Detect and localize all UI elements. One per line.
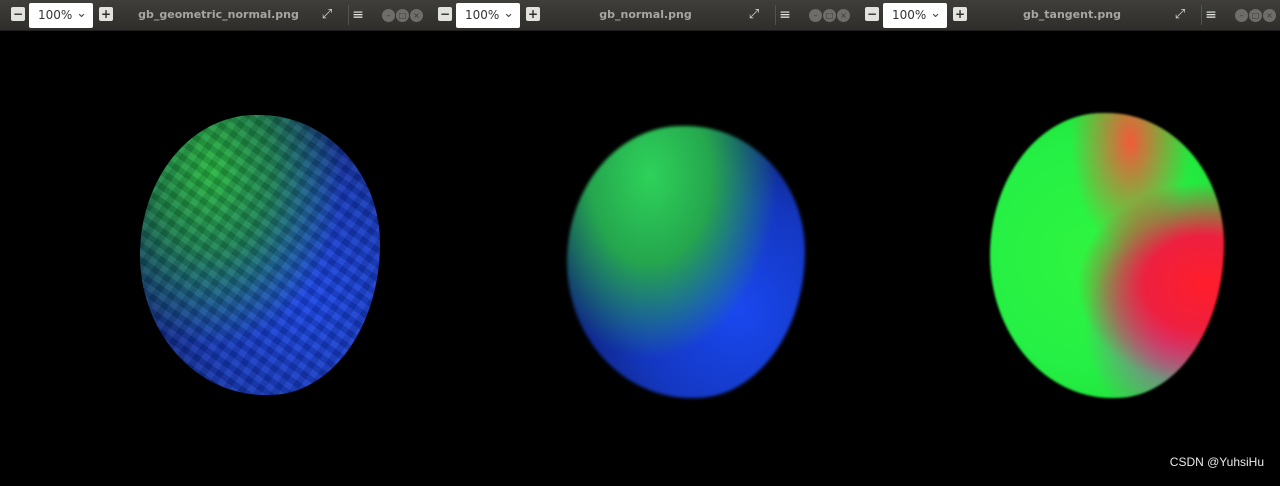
separator <box>1201 5 1202 25</box>
zoom-combobox[interactable]: 100% ⌄ <box>29 3 93 28</box>
geometric-normal-render-image <box>140 115 380 395</box>
desktop: − 100% ⌄ + gb_geometric_normal.png ⤢ ≡ –… <box>0 0 1280 486</box>
close-icon[interactable]: × <box>410 9 423 22</box>
hamburger-menu-icon[interactable]: ≡ <box>1204 7 1218 23</box>
watermark: CSDN @YuhsiHu <box>1169 455 1264 469</box>
chevron-down-icon[interactable]: ⌄ <box>503 6 514 21</box>
separator <box>775 5 776 25</box>
minimize-icon[interactable]: – <box>1235 9 1248 22</box>
hamburger-menu-icon[interactable]: ≡ <box>351 7 365 23</box>
image-viewer-window-tangent: − 100% ⌄ + gb_tangent.png ⤢ ≡ – □ × CSDN… <box>854 0 1280 486</box>
chevron-down-icon[interactable]: ⌄ <box>930 6 941 21</box>
normal-render-image <box>567 126 805 398</box>
maximize-icon[interactable]: □ <box>396 9 409 22</box>
image-canvas[interactable] <box>0 31 427 486</box>
fullscreen-icon[interactable]: ⤢ <box>319 7 335 23</box>
image-viewer-window-geometric-normal: − 100% ⌄ + gb_geometric_normal.png ⤢ ≡ –… <box>0 0 427 486</box>
zoom-value: 100% <box>465 8 500 22</box>
window-title: gb_normal.png <box>599 8 692 21</box>
chevron-down-icon[interactable]: ⌄ <box>76 6 87 21</box>
close-icon[interactable]: × <box>1263 9 1276 22</box>
maximize-icon[interactable]: □ <box>823 9 836 22</box>
window-title: gb_tangent.png <box>1023 8 1121 21</box>
zoom-combobox[interactable]: 100% ⌄ <box>456 3 520 28</box>
zoom-out-button[interactable]: − <box>438 7 452 21</box>
zoom-combobox[interactable]: 100% ⌄ <box>883 3 947 28</box>
close-icon[interactable]: × <box>837 9 850 22</box>
fullscreen-icon[interactable]: ⤢ <box>746 7 762 23</box>
minimize-icon[interactable]: – <box>809 9 822 22</box>
minimize-icon[interactable]: – <box>382 9 395 22</box>
zoom-in-button[interactable]: + <box>99 7 113 21</box>
zoom-out-button[interactable]: − <box>865 7 879 21</box>
image-viewer-window-normal: − 100% ⌄ + gb_normal.png ⤢ ≡ – □ × <box>427 0 854 486</box>
image-canvas[interactable] <box>427 31 854 486</box>
headerbar: − 100% ⌄ + gb_tangent.png ⤢ ≡ – □ × <box>854 0 1280 31</box>
headerbar: − 100% ⌄ + gb_normal.png ⤢ ≡ – □ × <box>427 0 854 31</box>
hamburger-menu-icon[interactable]: ≡ <box>778 7 792 23</box>
zoom-out-button[interactable]: − <box>11 7 25 21</box>
zoom-in-button[interactable]: + <box>526 7 540 21</box>
zoom-in-button[interactable]: + <box>953 7 967 21</box>
maximize-icon[interactable]: □ <box>1249 9 1262 22</box>
headerbar: − 100% ⌄ + gb_geometric_normal.png ⤢ ≡ –… <box>0 0 427 31</box>
tangent-render-image <box>990 113 1224 398</box>
window-title: gb_geometric_normal.png <box>138 8 299 21</box>
separator <box>348 5 349 25</box>
fullscreen-icon[interactable]: ⤢ <box>1172 7 1188 23</box>
zoom-value: 100% <box>38 8 73 22</box>
zoom-value: 100% <box>892 8 927 22</box>
image-canvas[interactable] <box>854 31 1280 486</box>
